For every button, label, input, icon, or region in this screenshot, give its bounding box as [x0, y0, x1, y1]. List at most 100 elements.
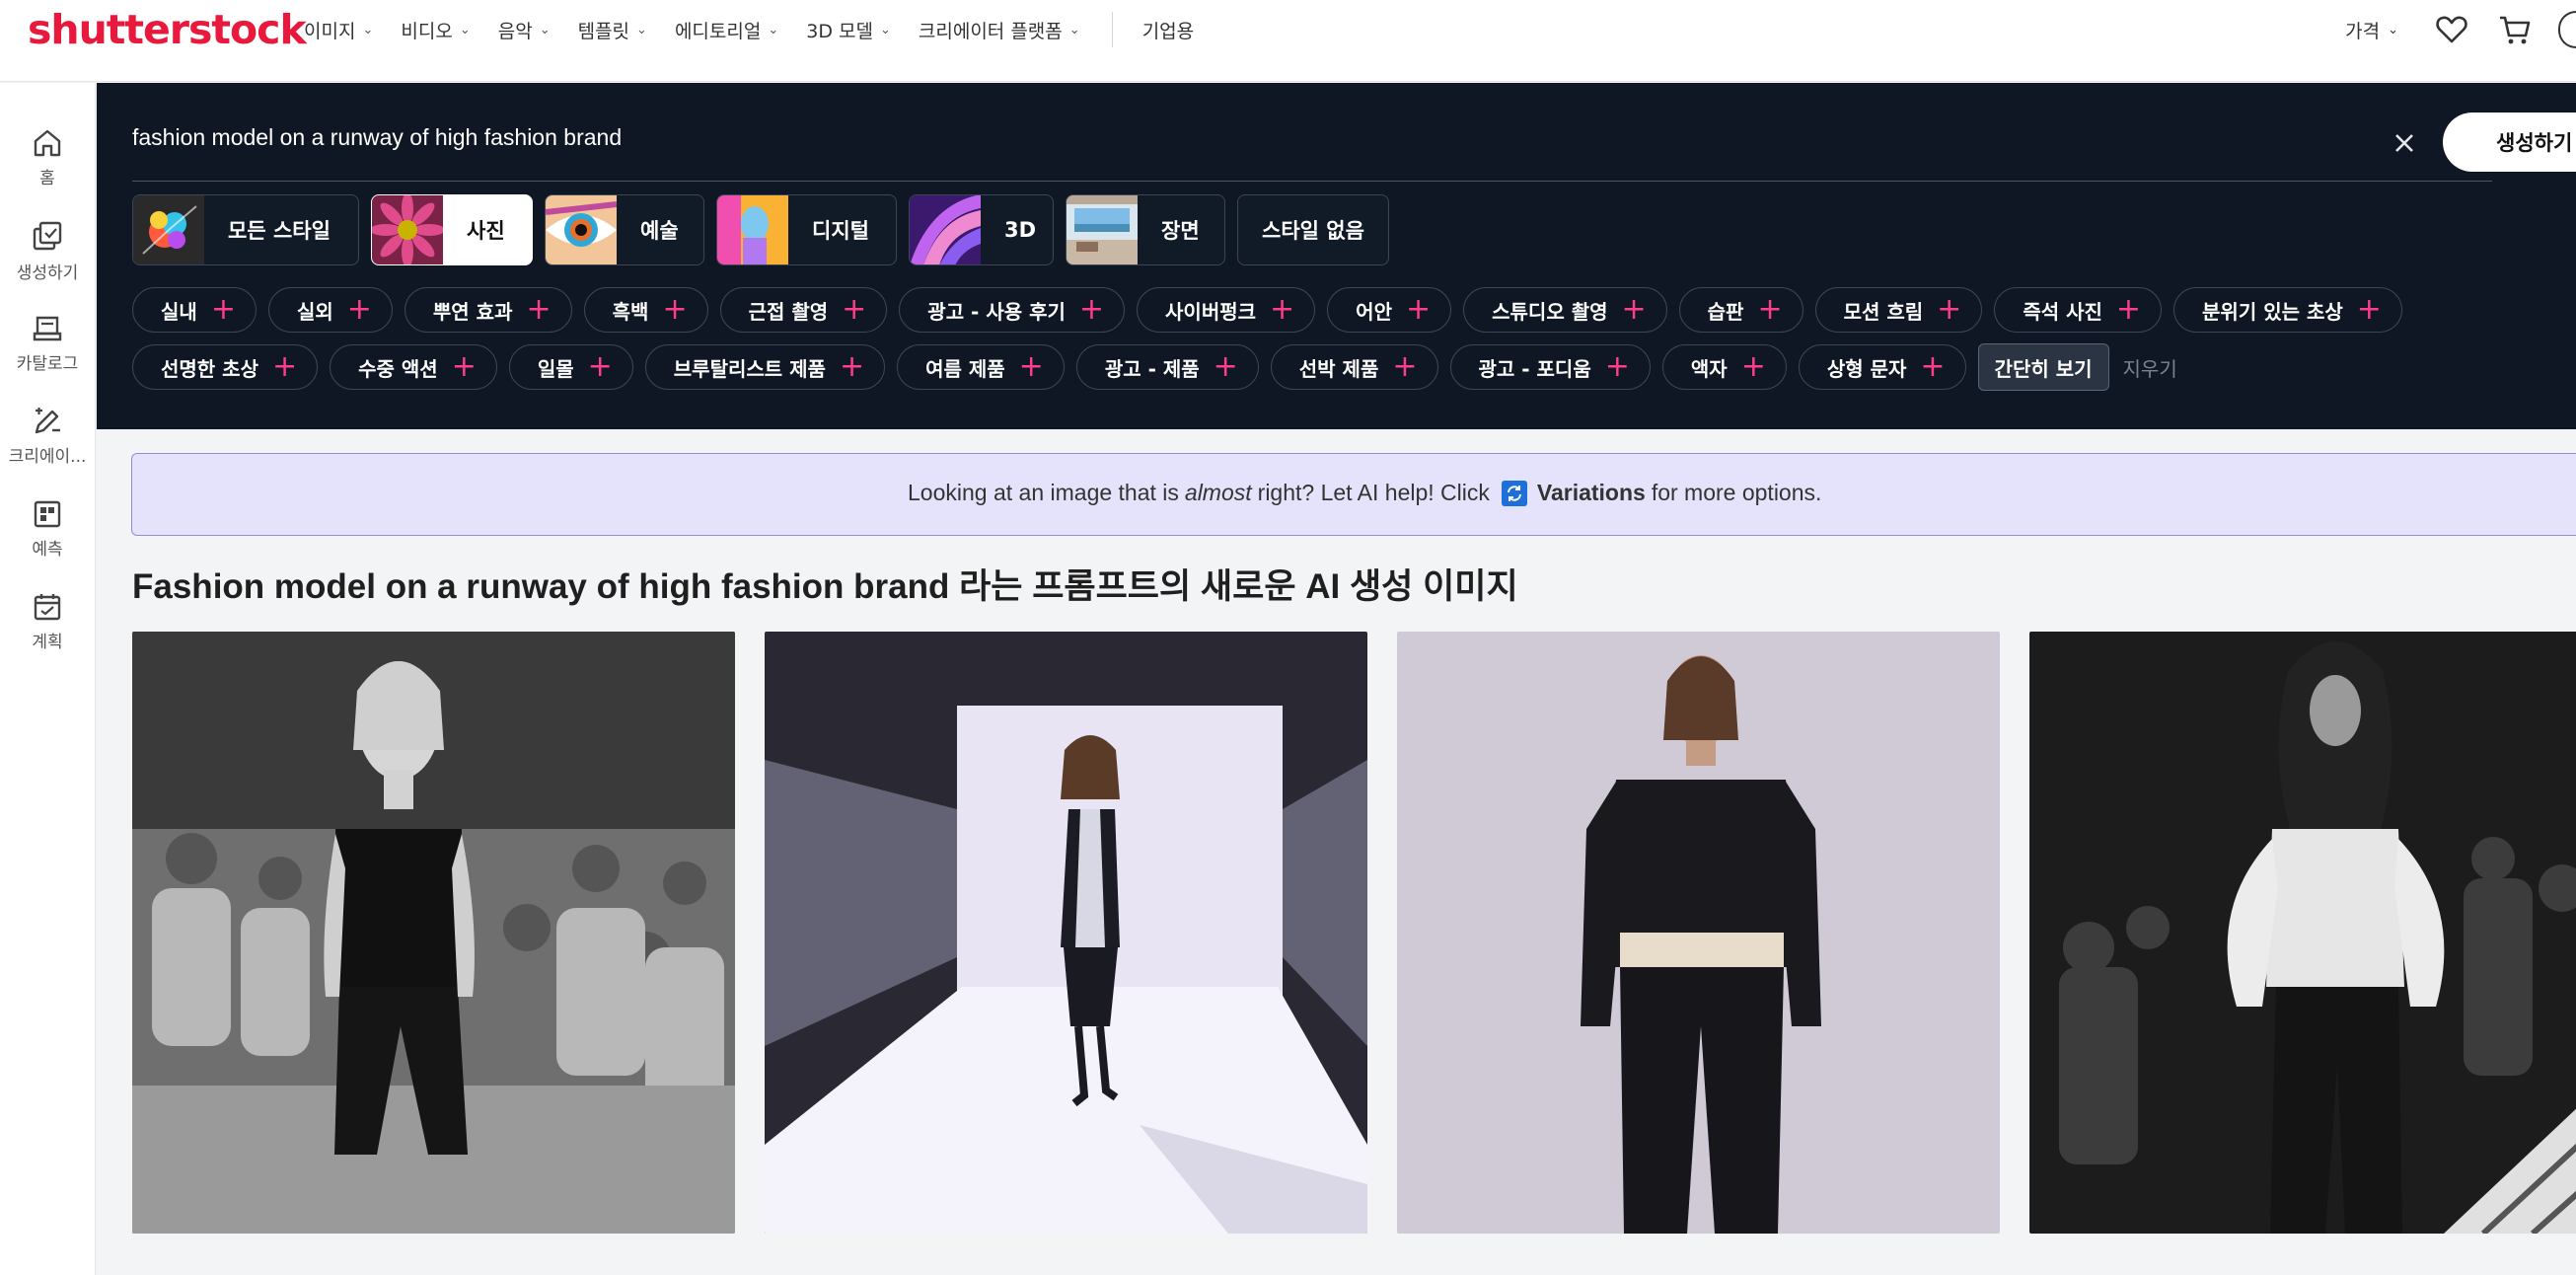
close-icon[interactable]: [2388, 126, 2421, 160]
plus-icon: +: [1213, 349, 1238, 384]
modifier-tag[interactable]: 상형 문자 +: [1798, 344, 1966, 390]
plus-icon: +: [587, 349, 613, 384]
plus-icon: +: [1270, 292, 1295, 327]
rail-item-catalog[interactable]: 카탈로그: [0, 312, 95, 374]
modifier-tag[interactable]: 흑백 +: [583, 287, 708, 333]
rail-item-creator[interactable]: 크리에이...: [0, 405, 95, 467]
modifier-tag[interactable]: 습판 +: [1678, 287, 1803, 333]
tag-row: 실내 + 실외 + 뿌연 효과 + 흑백 + 근접 촬영 + 광고 - 사용 후기 + 사이버펑크 + 어안…: [132, 286, 2539, 334]
style-chip-digital[interactable]: 디지털: [716, 194, 897, 265]
style-chip-photo[interactable]: 사진: [371, 194, 533, 265]
generate-button[interactable]: 생성하기: [2443, 112, 2576, 172]
modifier-tag[interactable]: 실내 +: [132, 287, 257, 333]
style-chip-scene[interactable]: 장면: [1066, 194, 1225, 265]
result-image[interactable]: [132, 632, 735, 1234]
nav-enterprise[interactable]: 기업용: [1142, 17, 1194, 43]
nav-templates[interactable]: 템플릿 ⌄: [578, 17, 647, 43]
plus-icon: +: [2356, 292, 2382, 327]
style-thumb-scene: [1067, 195, 1138, 264]
heart-icon[interactable]: [2432, 10, 2471, 49]
modifier-tag[interactable]: 선박 제품 +: [1270, 344, 1438, 390]
chevron-down-icon: ⌄: [768, 22, 779, 38]
rail-item-home[interactable]: 홈: [0, 126, 95, 188]
nav-right: 가격 ⌄: [2345, 0, 2576, 59]
style-chip-3d[interactable]: 3D: [909, 194, 1054, 265]
modifier-tag-label: 수중 액션: [358, 356, 438, 381]
style-chip-none[interactable]: 스타일 없음: [1237, 194, 1389, 265]
modifier-tags: 실내 + 실외 + 뿌연 효과 + 흑백 + 근접 촬영 + 광고 - 사용 후기 + 사이버펑크 + 어안…: [132, 286, 2539, 401]
modifier-tag[interactable]: 모션 흐림 +: [1814, 287, 1983, 333]
modifier-tag[interactable]: 즉석 사진 +: [1994, 287, 2163, 333]
prompt-underline: [132, 181, 2492, 182]
clear-tags-link[interactable]: 지우기: [2123, 353, 2177, 382]
home-icon: [34, 129, 61, 157]
nav-creator-platform[interactable]: 크리에이터 플랫폼 ⌄: [919, 17, 1080, 43]
banner-text-before: Looking at an image that is: [908, 480, 1179, 505]
style-label: 3D: [1004, 218, 1037, 242]
modifier-tag[interactable]: 뿌연 효과 +: [404, 287, 572, 333]
rail-item-generate[interactable]: 생성하기: [0, 219, 95, 283]
variations-link[interactable]: Variations: [1537, 480, 1646, 506]
result-image[interactable]: [1397, 632, 2000, 1234]
style-chip-all[interactable]: 모든 스타일: [132, 194, 359, 265]
avatar-icon[interactable]: [2558, 11, 2576, 48]
style-chip-art[interactable]: 예술: [545, 194, 704, 265]
nav-video[interactable]: 비디오 ⌄: [401, 17, 470, 43]
modifier-tag[interactable]: 수중 액션 +: [330, 344, 497, 390]
chevron-down-icon: ⌄: [539, 22, 551, 38]
modifier-tag-label: 상형 문자: [1826, 356, 1907, 381]
plus-icon: +: [210, 292, 236, 327]
modifier-tag-label: 분위기 있는 초상: [2202, 299, 2343, 324]
generate-icon: [33, 221, 62, 251]
modifier-tag-label: 근접 촬영: [748, 299, 829, 324]
modifier-tag-label: 선명한 초상: [161, 356, 258, 381]
modifier-tag-label: 스튜디오 촬영: [1492, 299, 1608, 324]
modifier-tag[interactable]: 광고 - 포디움 +: [1449, 344, 1651, 390]
plus-icon: +: [1392, 349, 1418, 384]
modifier-tag[interactable]: 여름 제품 +: [897, 344, 1065, 390]
left-rail: 홈 생성하기 카탈로그 크리에이... 예측 계획: [0, 83, 96, 1275]
show-less-button[interactable]: 간단히 보기: [1977, 343, 2109, 391]
modifier-tag[interactable]: 스튜디오 촬영 +: [1463, 287, 1667, 333]
plus-icon: +: [1757, 292, 1783, 327]
nav-images[interactable]: 이미지 ⌄: [304, 17, 373, 43]
modifier-tag[interactable]: 브루탈리스트 제품 +: [644, 344, 886, 390]
modifier-tag[interactable]: 어안 +: [1327, 287, 1452, 333]
modifier-tag[interactable]: 광고 - 사용 후기 +: [899, 287, 1126, 333]
modifier-tag[interactable]: 광고 - 제품 +: [1075, 344, 1259, 390]
nav-3d-models[interactable]: 3D 모델 ⌄: [806, 17, 891, 43]
modifier-tag[interactable]: 사이버펑크 +: [1137, 287, 1316, 333]
plus-icon: +: [1604, 349, 1630, 384]
modifier-tag[interactable]: 분위기 있는 초상 +: [2173, 287, 2402, 333]
cart-icon[interactable]: [2495, 10, 2535, 49]
prompt-input[interactable]: fashion model on a runway of high fashio…: [132, 124, 622, 151]
banner-message: Looking at an image that is almost right…: [908, 480, 1821, 506]
rail-item-plan[interactable]: 계획: [0, 590, 95, 652]
modifier-tag[interactable]: 액자 +: [1661, 344, 1787, 390]
variations-banner: Looking at an image that is almost right…: [131, 453, 2576, 536]
modifier-tag[interactable]: 일몰 +: [508, 344, 633, 390]
rail-label: 계획: [32, 633, 63, 652]
rail-label: 크리에이...: [8, 447, 87, 467]
style-label: 장면: [1161, 219, 1200, 243]
main-menu: 이미지 ⌄ 비디오 ⌄ 음악 ⌄ 템플릿 ⌄ 에디토리얼 ⌄ 3D 모델 ⌄ 크리에이터 플…: [304, 0, 1221, 59]
result-image[interactable]: [2029, 632, 2576, 1234]
nav-creator-label: 크리에이터 플랫폼: [918, 20, 1063, 42]
plus-icon: +: [1937, 292, 1962, 327]
rail-item-predict[interactable]: 예측: [0, 497, 95, 560]
shutterstock-logo[interactable]: shutterstock: [28, 6, 307, 53]
plus-icon: +: [1920, 349, 1946, 384]
result-image[interactable]: [765, 632, 1367, 1234]
create-edit-icon: [35, 408, 60, 434]
style-thumb-art: [546, 195, 617, 264]
modifier-tag[interactable]: 근접 촬영 +: [719, 287, 888, 333]
nav-3d-label: 3D 모델: [806, 20, 873, 42]
nav-editorial[interactable]: 에디토리얼 ⌄: [675, 17, 778, 43]
plus-icon: +: [526, 292, 552, 327]
modifier-tag[interactable]: 선명한 초상 +: [132, 344, 319, 390]
plus-icon: +: [346, 292, 372, 327]
pricing-link[interactable]: 가격 ⌄: [2345, 17, 2398, 43]
nav-music[interactable]: 음악 ⌄: [498, 17, 551, 43]
modifier-tag[interactable]: 실외 +: [267, 287, 393, 333]
banner-text-after: for more options.: [1651, 480, 1822, 505]
